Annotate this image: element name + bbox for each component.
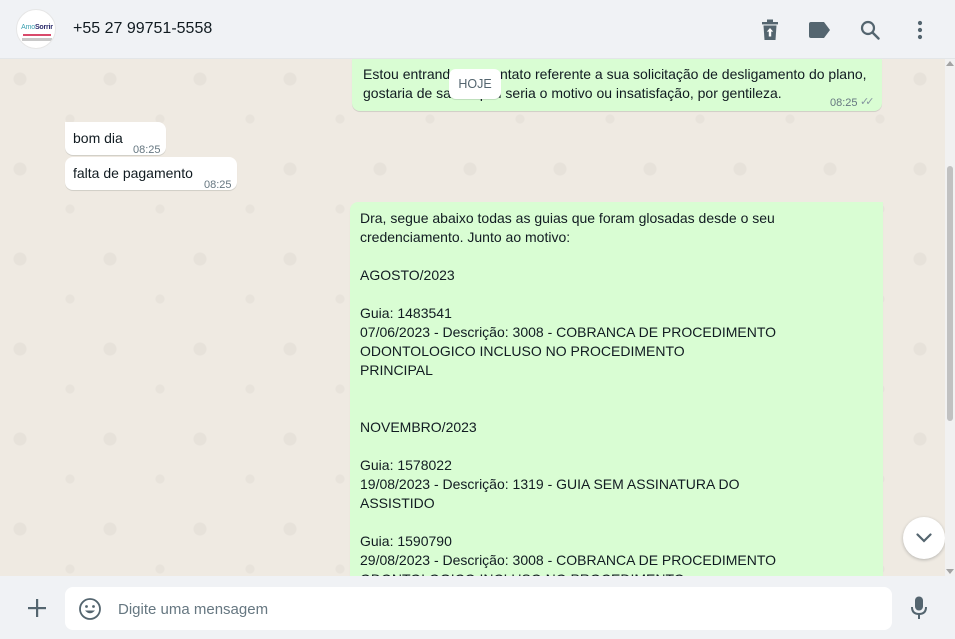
message-text: Estou entrando em contato referente a su…	[363, 66, 867, 101]
chat-scrollbar[interactable]	[945, 59, 955, 576]
message-bubble-incoming[interactable]: bom dia 08:25	[65, 122, 166, 156]
scrollbar-thumb[interactable]	[947, 166, 953, 421]
composer-bar	[0, 576, 955, 639]
message-bubble-outgoing[interactable]: Estou entrando em contato referente a su…	[352, 59, 882, 111]
logo-text-b: Sorrir	[34, 24, 53, 31]
message-text: bom dia	[73, 130, 123, 146]
message-time: 08:25	[204, 179, 232, 191]
chat-header: AmoSorrir +55 27 99751-5558	[0, 0, 955, 59]
date-chip: HOJE	[449, 69, 501, 99]
read-ticks-icon: ✓✓	[860, 96, 875, 108]
attach-button[interactable]	[22, 593, 52, 623]
message-bubble-outgoing[interactable]: Dra, segue abaixo todas as guias que for…	[350, 202, 883, 576]
message-bubble-incoming[interactable]: falta de pagamento 08:25	[65, 157, 237, 191]
menu-icon[interactable]	[905, 15, 935, 45]
logo-substripe	[22, 38, 52, 41]
message-input-box	[65, 587, 892, 632]
search-icon[interactable]	[855, 15, 885, 45]
plus-icon	[28, 599, 46, 617]
scroll-down-arrow[interactable]	[946, 569, 954, 574]
chat-area[interactable]: Estou entrando em contato referente a su…	[0, 59, 955, 576]
scroll-up-arrow[interactable]	[946, 61, 954, 66]
delete-icon[interactable]	[755, 15, 785, 45]
avatar-logo: AmoSorrir	[19, 24, 55, 32]
contact-name[interactable]: +55 27 99751-5558	[73, 20, 212, 38]
emoji-icon[interactable]	[78, 597, 102, 621]
chevron-down-icon	[916, 533, 932, 543]
message-time: 08:25	[830, 97, 858, 109]
logo-text-a: Amo	[21, 24, 35, 31]
message-text: Dra, segue abaixo todas as guias que for…	[360, 210, 777, 576]
logo-stripe	[23, 34, 51, 36]
contact-avatar[interactable]: AmoSorrir	[16, 9, 56, 49]
mic-button[interactable]	[906, 595, 932, 621]
mic-icon	[911, 596, 927, 619]
label-icon[interactable]	[805, 15, 835, 45]
message-input[interactable]	[116, 587, 880, 632]
scroll-to-bottom-button[interactable]	[903, 517, 945, 559]
message-text: falta de pagamento	[73, 165, 193, 181]
